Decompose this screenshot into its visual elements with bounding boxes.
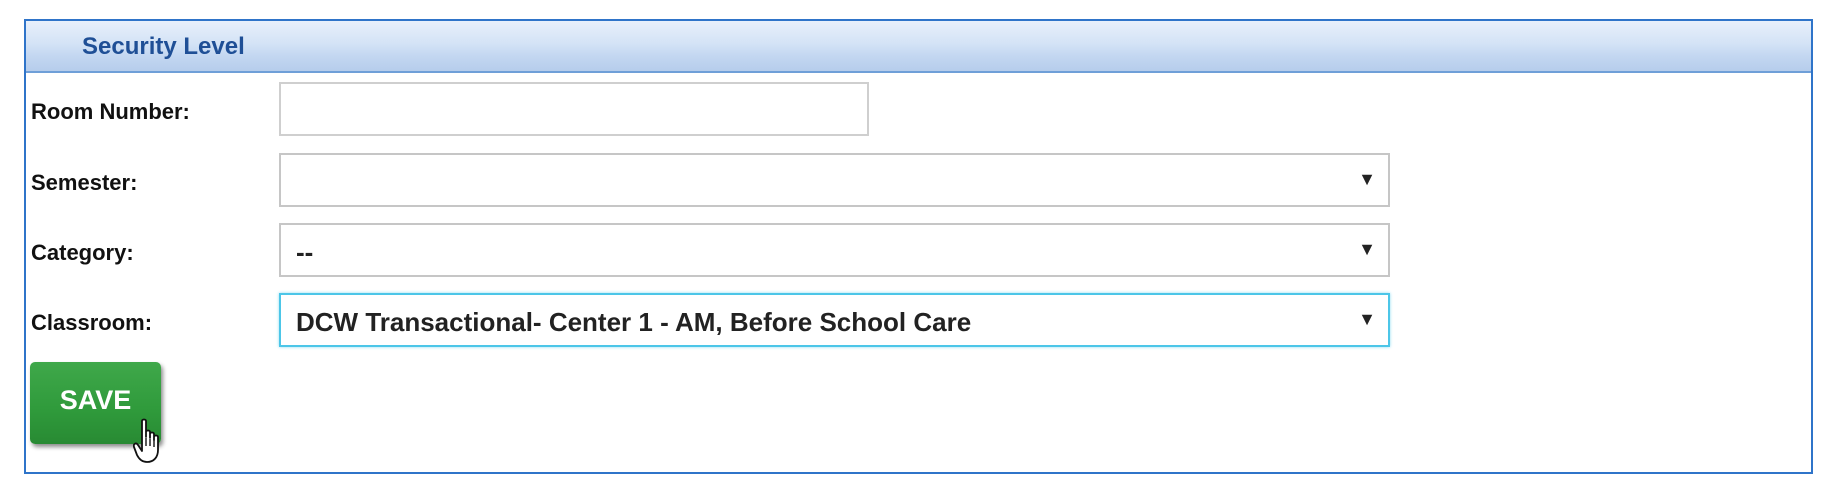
classroom-select[interactable]: DCW Transactional- Center 1 - AM, Before… [279, 293, 1390, 347]
semester-label: Semester: [31, 170, 138, 195]
panel-header: Security Level [26, 21, 1811, 73]
chevron-down-icon: ▼ [1358, 309, 1376, 329]
hand-pointer-icon [133, 418, 159, 463]
room-number-input[interactable] [279, 82, 869, 136]
chevron-down-icon: ▼ [1358, 169, 1376, 189]
category-select[interactable]: -- ▼ [279, 223, 1390, 277]
semester-select[interactable]: ▼ [279, 153, 1390, 207]
classroom-value: DCW Transactional- Center 1 - AM, Before… [296, 307, 972, 337]
room-number-label: Room Number: [31, 99, 190, 124]
chevron-down-icon: ▼ [1358, 239, 1376, 259]
panel-title: Security Level [82, 33, 245, 60]
security-level-panel: Security Level Room Number: Semester: ▼ … [24, 19, 1813, 474]
category-value: -- [296, 237, 314, 267]
classroom-label: Classroom: [31, 310, 153, 335]
category-label: Category: [31, 240, 134, 265]
